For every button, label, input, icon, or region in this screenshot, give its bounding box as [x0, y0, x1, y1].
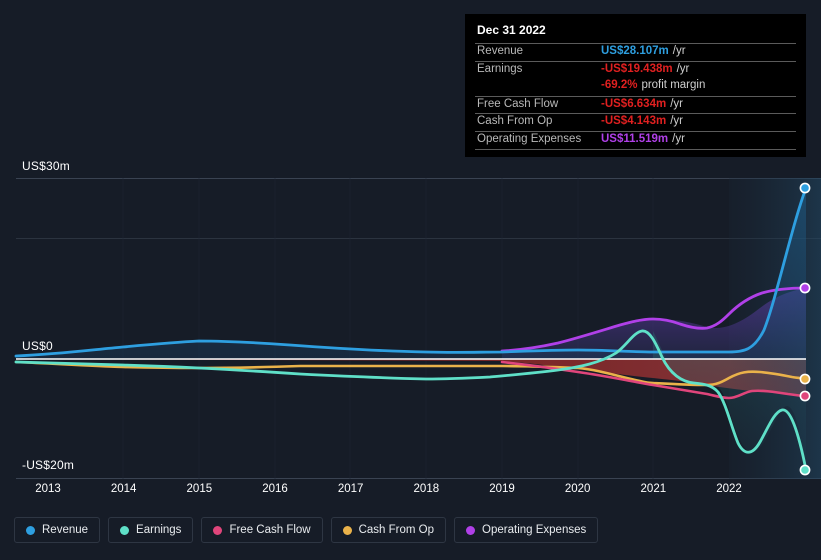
legend-color-dot: [342, 525, 352, 535]
tooltip-row-value: -US$19.438m/yr: [601, 62, 690, 75]
chart-legend[interactable]: Revenue Earnings Free Cash Flow Cash From O…: [14, 517, 599, 543]
marker-revenue: [799, 182, 811, 194]
legend-item-free-cash-flow[interactable]: Free Cash Flow: [201, 517, 323, 543]
y-axis-label-top: US$30m: [22, 159, 70, 173]
legend-item-label: Free Cash Flow: [229, 524, 311, 536]
legend-color-dot: [26, 525, 35, 535]
chart-tooltip: Dec 31 2022 Revenue US$28.107m/yr Earnings…: [465, 14, 806, 157]
tooltip-row-suffix: /yr: [672, 45, 686, 57]
tooltip-row-value: -US$6.634m/yr: [601, 97, 683, 110]
tooltip-row-suffix: /yr: [672, 132, 685, 145]
tooltip-row-label: Revenue: [477, 45, 524, 57]
tooltip-row: Free Cash Flow -US$6.634m/yr: [475, 95, 796, 114]
x-axis-tick: 2014: [110, 483, 137, 495]
legend-item-revenue[interactable]: Revenue: [14, 517, 101, 543]
x-axis-tick: 2013: [35, 483, 61, 495]
tooltip-row-suffix: profit margin: [641, 79, 706, 92]
x-axis-tick: 2022: [716, 483, 742, 495]
tooltip-row-value: US$28.107m/yr: [601, 45, 686, 57]
x-axis-tick: 2016: [262, 483, 288, 495]
x-axis-tick: 2015: [186, 483, 213, 495]
tooltip-row: Operating Expenses US$11.519m/yr: [475, 130, 796, 149]
legend-item-operating-expenses[interactable]: Operating Expenses: [454, 517, 599, 543]
tooltip-row-label: Cash From Op: [477, 115, 553, 128]
x-axis: 2013 2014 2015 2016 2017 2018 2019 2020 2021 2022: [0, 483, 821, 501]
chart-latest-highlight-band: [729, 178, 821, 479]
tooltip-row-suffix: /yr: [670, 115, 683, 128]
tooltip-rows: Revenue US$28.107m/yr Earnings -US$19.438m /…: [475, 43, 796, 149]
tooltip-row: Revenue US$28.107m/yr: [475, 43, 796, 61]
legend-color-dot: [120, 525, 130, 535]
legend-item-cash-from-op[interactable]: Cash From Op: [330, 517, 447, 543]
x-axis-tick: 2021: [640, 483, 667, 495]
tooltip-row-value: -US$4.143m/yr: [601, 115, 683, 128]
legend-item-label: Revenue: [42, 524, 89, 536]
x-axis-tick: 2020: [564, 483, 591, 495]
legend-item-label: Cash From Op: [358, 524, 435, 536]
financial-chart-page: US$30m US$0 -US$20m 2013 2014 2015 2016 2017…: [0, 0, 821, 560]
y-axis-label-zero: US$0: [22, 339, 53, 353]
tooltip-row: Earnings -US$19.438m/yr: [475, 60, 796, 79]
tooltip-row: Cash From Op -US$4.143m/yr: [475, 113, 796, 131]
marker-operating-expenses: [799, 282, 811, 294]
marker-cash-from-op: [799, 373, 811, 385]
legend-item-earnings[interactable]: Earnings: [108, 517, 194, 543]
marker-free-cash-flow: [799, 390, 811, 402]
tooltip-row-label: Free Cash Flow: [477, 97, 559, 110]
legend-item-label: Operating Expenses: [482, 524, 587, 536]
tooltip-date: Dec 31 2022: [477, 23, 546, 37]
legend-color-dot: [213, 525, 223, 535]
tooltip-row-suffix: /yr: [676, 62, 690, 75]
x-axis-tick: 2019: [489, 483, 515, 495]
tooltip-row-label: Operating Expenses: [477, 132, 582, 145]
tooltip-row-suffix: /yr: [670, 97, 683, 110]
tooltip-row-value: US$11.519m/yr: [601, 132, 685, 145]
y-axis-label-bottom: -US$20m: [22, 458, 75, 472]
legend-item-label: Earnings: [136, 524, 182, 536]
tooltip-bottom-rule: [475, 148, 796, 151]
tooltip-row-value: -69.2% profit margin: [601, 79, 706, 92]
tooltip-row: -69.2% profit margin: [475, 78, 796, 96]
marker-earnings: [799, 464, 811, 476]
x-axis-tick: 2018: [413, 483, 440, 495]
tooltip-row-label: Earnings: [477, 62, 523, 75]
legend-color-dot: [466, 525, 476, 535]
x-axis-tick: 2017: [337, 483, 364, 495]
